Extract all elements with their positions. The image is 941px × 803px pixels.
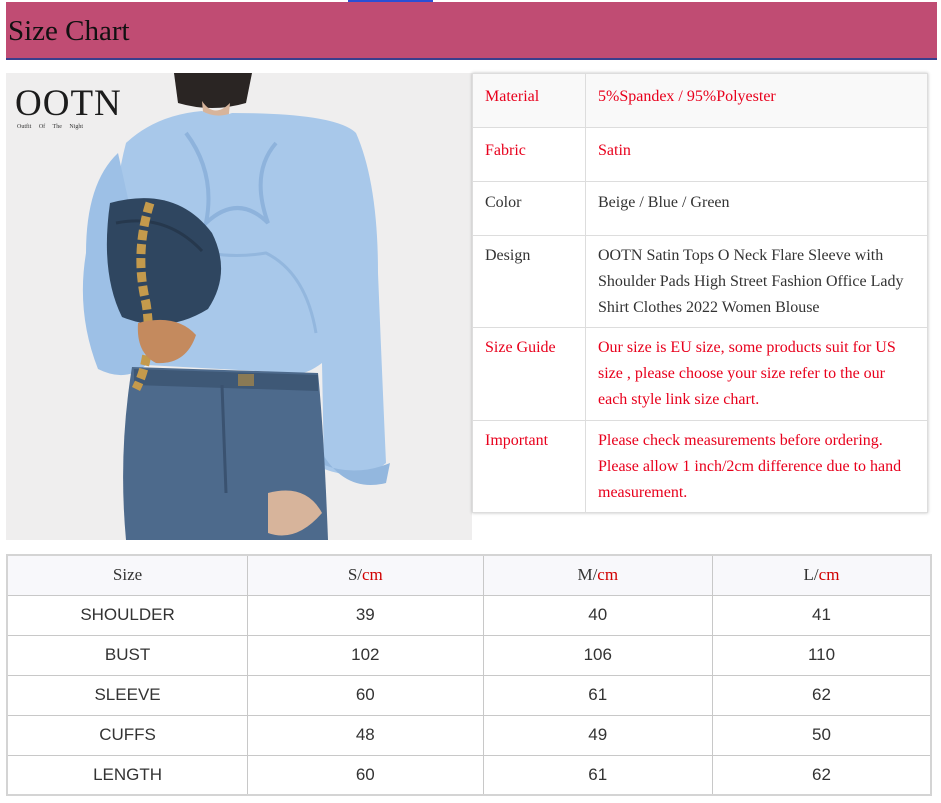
measure-value: 48 [247, 714, 484, 756]
measure-value: 61 [482, 674, 714, 716]
measure-value: 49 [482, 714, 714, 756]
measure-name: CUFFS [6, 714, 249, 756]
measure-value: 61 [482, 754, 714, 796]
measure-value: 41 [712, 594, 932, 636]
table-row: SHOULDER 39 40 41 [6, 594, 932, 636]
size-table-header-row: Size S/cm M/cm L/cm [6, 554, 932, 596]
spec-value: Our size is EU size, some products suit … [585, 327, 928, 421]
measure-value: 62 [712, 674, 932, 716]
measure-value: 106 [482, 634, 714, 676]
measure-name: SHOULDER [6, 594, 249, 636]
measure-value: 60 [247, 754, 484, 796]
header-label: S/ [347, 565, 363, 585]
header-size: Size [6, 554, 249, 596]
brand-name: OOTN [15, 83, 122, 124]
spec-key: Design [472, 235, 586, 328]
size-measurements-table: Size S/cm M/cm L/cm SHOULDER 39 40 41 BU… [6, 554, 932, 796]
table-row: SLEEVE 60 61 62 [6, 674, 932, 716]
spec-key: Color [472, 181, 586, 236]
spec-key: Important [472, 420, 586, 513]
measure-value: 50 [712, 714, 932, 756]
brand-logo: OOTN Outfit Of The Night [15, 85, 122, 130]
header-s: S/cm [247, 554, 484, 596]
page-title: Size Chart [8, 15, 130, 47]
measure-value: 62 [712, 754, 932, 796]
table-row: BUST 102 106 110 [6, 634, 932, 676]
measure-name: LENGTH [6, 754, 249, 796]
spec-value: 5%Spandex / 95%Polyester [585, 73, 928, 128]
product-specs-table: Material 5%Spandex / 95%Polyester Fabric… [472, 73, 928, 513]
spec-value: Please check measurements before orderin… [585, 420, 928, 513]
measure-name: SLEEVE [6, 674, 249, 716]
header-unit: cm [818, 565, 840, 585]
spec-value: OOTN Satin Tops O Neck Flare Sleeve with… [585, 235, 928, 328]
model-illustration [6, 73, 472, 540]
header-label: L/ [803, 565, 819, 585]
size-chart-header: Size Chart [6, 2, 937, 60]
spec-key: Material [472, 73, 586, 128]
product-photo: OOTN Outfit Of The Night [6, 73, 472, 540]
table-row: CUFFS 48 49 50 [6, 714, 932, 756]
spec-row-important: Important Please check measurements befo… [472, 420, 928, 513]
spec-row-material: Material 5%Spandex / 95%Polyester [472, 73, 928, 128]
measure-value: 39 [247, 594, 484, 636]
header-m: M/cm [482, 554, 714, 596]
spec-key: Fabric [472, 127, 586, 182]
spec-value: Beige / Blue / Green [585, 181, 928, 236]
spec-row-design: Design OOTN Satin Tops O Neck Flare Slee… [472, 235, 928, 328]
header-unit: cm [362, 565, 383, 585]
measure-value: 40 [482, 594, 714, 636]
measure-value: 110 [712, 634, 932, 676]
spec-row-fabric: Fabric Satin [472, 127, 928, 182]
header-label: Size [112, 565, 143, 585]
spec-key: Size Guide [472, 327, 586, 421]
spec-row-color: Color Beige / Blue / Green [472, 181, 928, 236]
spec-value: Satin [585, 127, 928, 182]
measure-name: BUST [6, 634, 249, 676]
measure-value: 102 [247, 634, 484, 676]
header-label: M/ [577, 565, 598, 585]
header-unit: cm [597, 565, 619, 585]
table-row: LENGTH 60 61 62 [6, 754, 932, 796]
measure-value: 60 [247, 674, 484, 716]
brand-tagline: Outfit Of The Night [17, 124, 84, 130]
header-l: L/cm [712, 554, 932, 596]
spec-row-size-guide: Size Guide Our size is EU size, some pro… [472, 327, 928, 421]
